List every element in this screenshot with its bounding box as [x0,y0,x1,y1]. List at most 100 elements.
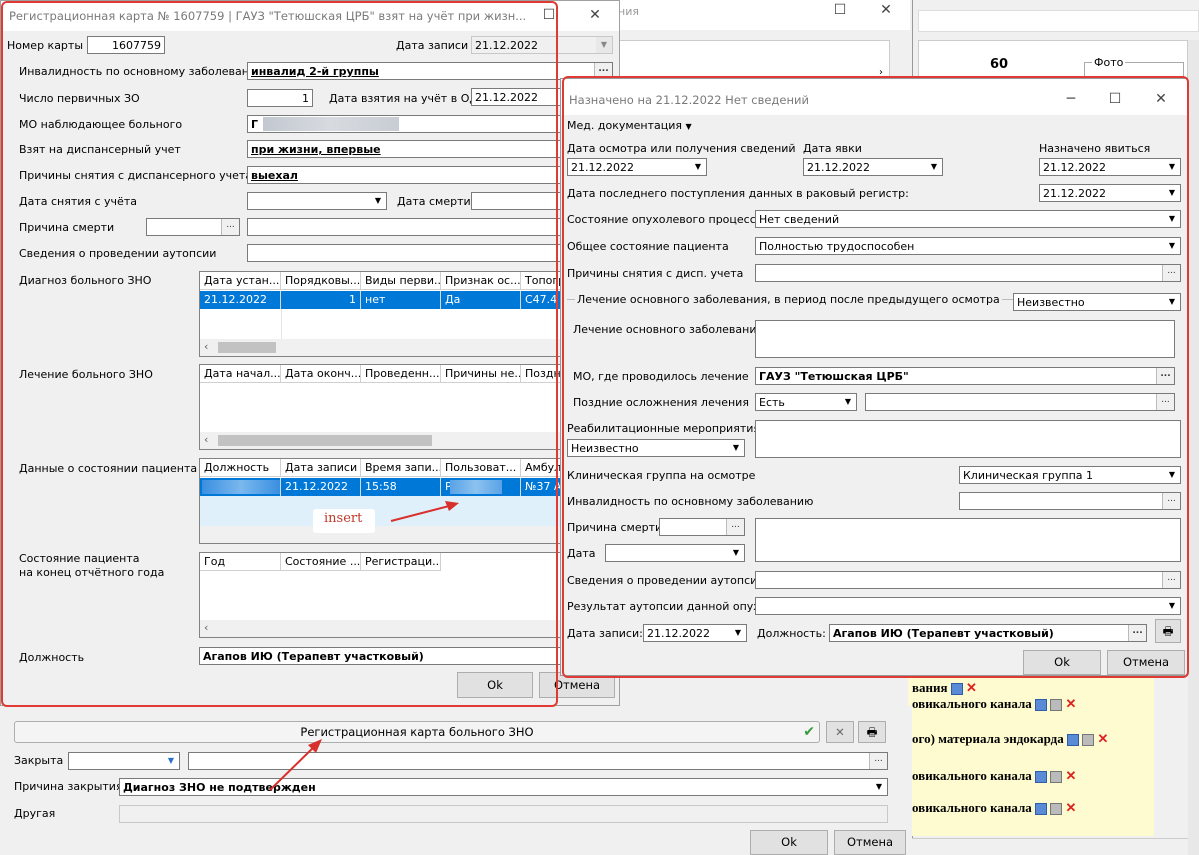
yellow-item[interactable]: овикального канала ✕ [912,696,1076,712]
assigned-close-icon[interactable]: ✕ [1153,91,1169,107]
grid-header[interactable]: Порядковы... [281,272,361,290]
disability-field[interactable]: инвалид 2-й группы... [247,62,613,80]
grid-header[interactable]: Причины не... [441,365,521,383]
print-icon[interactable] [1050,699,1063,712]
grid-header[interactable]: Пользоват... [441,459,521,477]
delete-icon[interactable]: ✕ [1066,768,1077,783]
yellow-item[interactable]: вания ✕ [912,680,977,696]
bottom-ok-button[interactable]: Ok [750,830,828,855]
reg-maximize-icon[interactable]: ☐ [541,7,557,23]
visit-date-field[interactable]: 21.12.2022 ▼ [803,158,943,176]
print-icon[interactable] [1050,771,1063,784]
yellow-item[interactable]: ого) материала эндокарда ✕ [912,731,1108,747]
assigned-cancel-button[interactable]: Отмена [1107,650,1185,675]
clinical-group-select[interactable]: Клиническая группа 1 ▼ [959,466,1181,484]
print-icon[interactable] [1082,734,1095,747]
bg-scroll-right-icon[interactable]: › [879,67,883,78]
delete-icon[interactable]: ✕ [1066,696,1077,711]
assigned-ok-button[interactable]: Ok [1023,650,1101,675]
table-cell[interactable]: 15:58 [361,478,441,496]
complications-select[interactable]: Есть ▼ [755,393,857,411]
tumor-select[interactable]: Нет сведений ▼ [755,210,1181,228]
grid-header[interactable]: Признак ос... [441,272,521,290]
reg-ok-button[interactable]: Ok [457,672,533,698]
assigned-print-button[interactable]: 🖶 [1155,619,1181,643]
h-scrollbar[interactable]: ‹ [200,339,612,356]
primary-count-field[interactable]: 1 [247,89,313,107]
bg-maximize-icon[interactable]: ☐ [832,2,848,18]
assigned-death-cause-code[interactable]: ... [659,518,745,536]
edit-icon[interactable] [1035,803,1048,816]
grid-header[interactable]: Регистраци... [361,553,441,571]
general-state-select[interactable]: Полностью трудоспособен ▼ [755,237,1181,255]
grid-header[interactable]: Дата устан... [200,272,281,290]
position-field[interactable]: Агапов ИЮ (Терапевт участковый) [199,647,613,665]
death-cause-code[interactable]: ... [146,218,240,236]
delete-icon[interactable]: ✕ [1097,731,1108,746]
appointed-field[interactable]: 21.12.2022 ▼ [1039,158,1181,176]
grid-header[interactable]: Виды перви... [361,272,441,290]
assigned-date-select[interactable]: ▼ [605,544,745,562]
clear-button[interactable]: ✕ [826,721,854,743]
edit-icon[interactable] [950,683,963,696]
med-docs-menu[interactable]: Мед. документация ▼ [567,119,692,132]
card-number-field[interactable]: 1607759 [87,36,165,54]
last-data-field[interactable]: 21.12.2022 ▼ [1039,184,1181,202]
grid-header[interactable]: Год [200,553,281,571]
edit-icon[interactable] [1066,734,1079,747]
death-cause-textarea[interactable] [755,518,1181,562]
bg-close-icon[interactable]: ✕ [878,2,894,18]
print-button[interactable]: 🖶 [858,721,886,743]
rehab-textarea[interactable] [755,420,1181,458]
grid-header[interactable]: Время запи... [361,459,441,477]
mo-treatment-field[interactable]: ГАУЗ "Тетюшская ЦРБ"... [755,367,1175,385]
assigned-record-date-field[interactable]: 21.12.2022 ▼ [643,624,747,642]
assigned-autopsy-field[interactable]: ... [755,571,1181,589]
print-icon[interactable] [1050,803,1063,816]
death-cause-field[interactable] [247,218,613,236]
assigned-disability-field[interactable]: ... [959,492,1181,510]
table-cell[interactable]: Да [441,291,521,309]
grid-header[interactable]: Состояние ... [281,553,361,571]
dispensary-field[interactable]: при жизни, впервые [247,140,613,158]
delete-icon[interactable]: ✕ [966,680,977,695]
h-scrollbar[interactable]: ‹ [200,432,612,449]
h-scrollbar[interactable]: ‹ [200,620,612,637]
yellow-item[interactable]: овикального канала ✕ [912,768,1076,784]
grid-header[interactable]: Дата начал... [200,365,281,383]
assigned-minimize-icon[interactable]: ─ [1063,91,1079,107]
removal-date-field[interactable]: ▼ [247,192,387,210]
exam-date-field[interactable]: 21.12.2022 ▼ [567,158,707,176]
table-cell[interactable]: нет [361,291,441,309]
close-reason-select[interactable]: Диагноз ЗНО не подтвержден ▼ [119,778,888,796]
table-cell[interactable]: 21.12.2022 [281,478,361,496]
grid-header[interactable]: Проведенн... [361,365,441,383]
bg-right-scrollbar[interactable] [1188,40,1199,855]
removal-field[interactable]: ... [755,264,1181,282]
reg-close-icon[interactable]: ✕ [587,7,603,23]
closed-select[interactable]: ▼ [68,752,180,770]
year-end-grid[interactable]: Год Состояние ... Регистраци... ‹ [199,552,613,638]
bottom-cancel-button[interactable]: Отмена [834,830,906,855]
reg-card-button[interactable]: Регистрационная карта больного ЗНО ✔ [14,721,820,743]
rehab-select[interactable]: Неизвестно ▼ [567,439,745,457]
assigned-position-field[interactable]: Агапов ИЮ (Терапевт участковый)... [829,624,1147,642]
h-scrollbar[interactable] [200,526,612,543]
table-cell[interactable]: 21.12.2022 [200,291,281,309]
edit-icon[interactable] [1035,699,1048,712]
treatment-period-select[interactable]: Неизвестно ▼ [1013,293,1181,311]
treatment-grid[interactable]: Дата начал... Дата оконч... Проведенн...… [199,364,613,450]
complications-detail-field[interactable]: ... [865,393,1175,411]
yellow-item[interactable]: овикального канала ✕ [912,800,1076,816]
table-cell[interactable]: 1 [281,291,361,309]
diagnosis-grid[interactable]: Дата устан... Порядковы... Виды перви...… [199,271,613,357]
autopsy-result-select[interactable]: ▼ [755,597,1181,615]
grid-header[interactable]: Должность [200,459,281,477]
grid-header[interactable]: Дата записи [281,459,361,477]
grid-header[interactable]: Дата оконч... [281,365,361,383]
edit-icon[interactable] [1035,771,1048,784]
removal-reason-field[interactable]: выехал [247,166,613,184]
autopsy-field[interactable] [247,244,613,262]
treatment-textarea[interactable] [755,320,1175,358]
delete-icon[interactable]: ✕ [1066,800,1077,815]
